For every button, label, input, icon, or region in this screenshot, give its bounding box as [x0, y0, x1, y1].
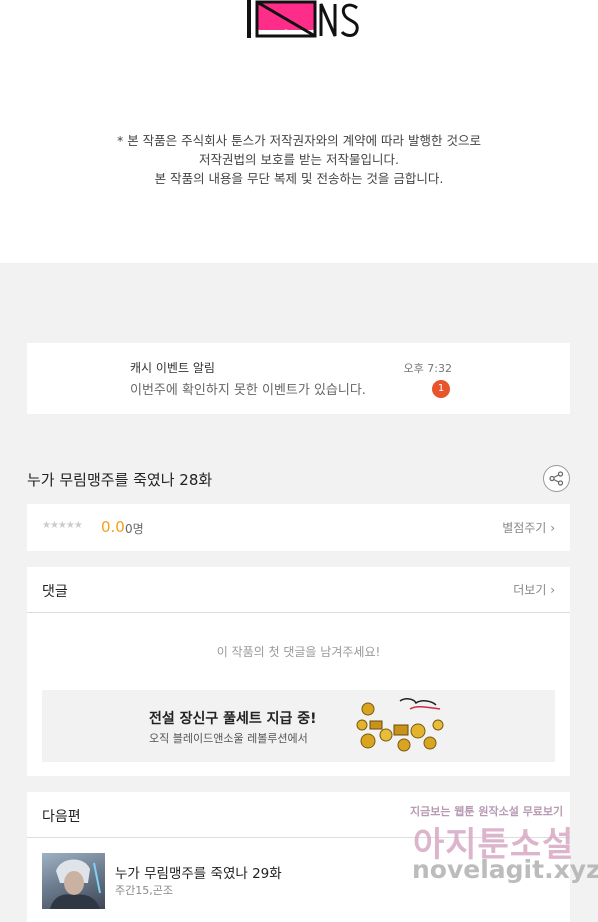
- event-notification[interactable]: 캐시 이벤트 알림 이번주에 확인하지 못한 이벤트가 있습니다. 오후 7:3…: [27, 343, 570, 414]
- rate-button[interactable]: 별점주기 ›: [502, 519, 555, 536]
- comments-section: 댓글 더보기 › 이 작품의 첫 댓글을 남겨주세요! 전설 장신구 풀세트 지…: [27, 567, 570, 776]
- star-rating-icon: ★★★★★: [42, 520, 83, 531]
- notice-line: 저작권법의 보호를 받는 저작물입니다.: [199, 152, 399, 167]
- rating-count: 0명: [125, 522, 144, 536]
- empty-comments-message: 이 작품의 첫 댓글을 남겨주세요!: [216, 645, 381, 659]
- comments-title: 댓글: [42, 584, 68, 600]
- rating-bar: ★★★★★ 0.0 0명 별점주기 ›: [27, 504, 570, 551]
- ad-banner[interactable]: 전설 장신구 풀세트 지급 중! 오직 블레이드앤소울 레볼루션에서: [42, 690, 555, 762]
- chevron-right-icon: ›: [550, 521, 555, 535]
- ad-title: 전설 장신구 풀세트 지급 중!: [149, 711, 317, 727]
- chevron-right-icon: ›: [550, 583, 555, 597]
- divider: [27, 837, 570, 838]
- notice-line: 본 작품의 내용을 무단 복제 및 전송하는 것을 금합니다.: [154, 171, 444, 186]
- ad-subtitle: 오직 블레이드앤소울 레볼루션에서: [149, 732, 308, 745]
- rate-label: 별점주기: [502, 521, 547, 535]
- publisher-logo: [247, 0, 359, 38]
- divider: [27, 612, 570, 613]
- share-button[interactable]: [543, 465, 570, 492]
- ad-treasure-image: [356, 698, 444, 752]
- more-label: 더보기: [513, 583, 547, 597]
- rating-score: 0.0: [101, 518, 125, 536]
- event-message: 이번주에 확인하지 못한 이벤트가 있습니다.: [130, 383, 366, 398]
- notice-line: * 본 작품은 주식회사 툰스가 저작권자와의 계약에 따라 발행한 것으로: [116, 133, 481, 148]
- copyright-section: * 본 작품은 주식회사 툰스가 저작권자와의 계약에 따라 발행한 것으로 저…: [0, 0, 598, 263]
- unread-badge: 1: [432, 380, 450, 398]
- event-time: 오후 7:32: [403, 362, 452, 375]
- episode-title: 누가 무림맹주를 죽였나 28화: [27, 471, 213, 489]
- next-episode-heading: 다음편: [42, 809, 81, 825]
- next-episode-thumbnail[interactable]: [42, 853, 105, 909]
- share-icon: [549, 471, 564, 486]
- comments-more-button[interactable]: 더보기 ›: [513, 581, 555, 598]
- copyright-notice: * 본 작품은 주식회사 툰스가 저작권자와의 계약에 따라 발행한 것으로 저…: [0, 131, 598, 188]
- next-episode-title[interactable]: 누가 무림맹주를 죽였나 29화: [115, 862, 282, 882]
- next-episode-section: 다음편 누가 무림맹주를 죽였나 29화 주간15,곤조: [27, 792, 570, 922]
- character-illustration: [50, 859, 101, 909]
- event-title: 캐시 이벤트 알림: [130, 361, 215, 375]
- next-episode-meta: 주간15,곤조: [115, 884, 173, 897]
